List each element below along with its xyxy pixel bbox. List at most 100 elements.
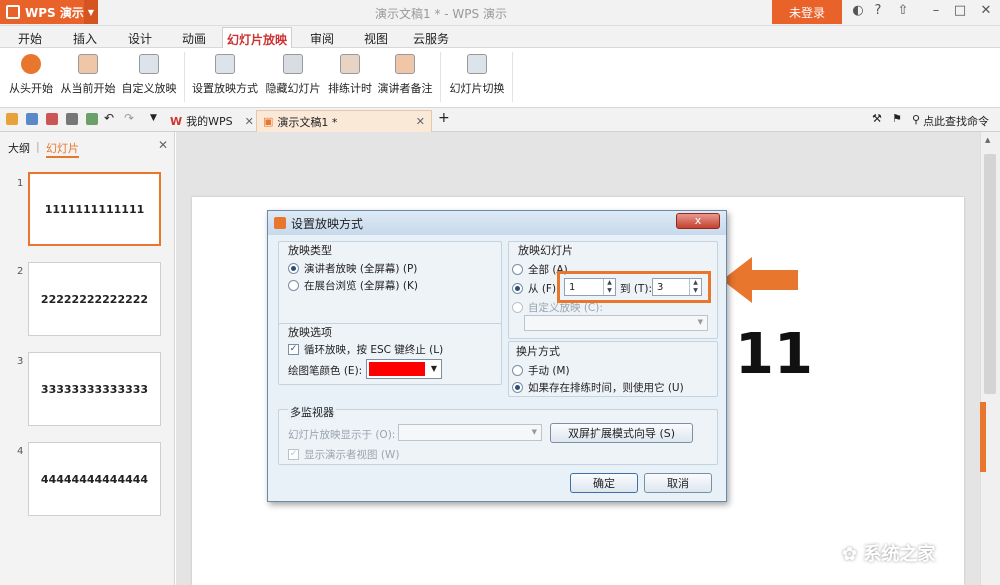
chevron-down-icon: ▼: [532, 428, 537, 436]
close-icon[interactable]: ✕: [158, 138, 168, 152]
dialog-title-bar: 设置放映方式: [268, 211, 726, 235]
menu-insert[interactable]: 插入: [73, 30, 97, 47]
upload-icon[interactable]: ⇧: [893, 3, 913, 21]
menu-design[interactable]: 设计: [128, 30, 152, 47]
rehearse-timing-button[interactable]: 排练计时: [326, 54, 374, 104]
radio-unselected[interactable]: [288, 280, 299, 291]
menu-home[interactable]: 开始: [18, 30, 42, 47]
save-icon[interactable]: [26, 113, 38, 125]
vertical-scrollbar[interactable]: ▲: [980, 132, 1000, 585]
radio-manual[interactable]: 手动 (M): [512, 363, 570, 378]
slide-number: 3: [17, 356, 23, 367]
cancel-button[interactable]: 取消: [644, 473, 712, 493]
radio-kiosk[interactable]: 在展台浏览 (全屏幕) (K): [288, 278, 418, 293]
export-pdf-icon[interactable]: [46, 113, 58, 125]
radio-selected[interactable]: [288, 263, 299, 274]
checkbox-disabled[interactable]: ✓: [288, 449, 299, 460]
dialog-title: 设置放映方式: [291, 215, 363, 232]
menu-view[interactable]: 视图: [364, 30, 388, 47]
tab-slides[interactable]: 幻灯片: [46, 140, 79, 158]
quick-access-bar: ↶ ↷ ▼ W 我的WPS ✕ ▣ 演示文稿1 * ✕ + ⚒ ⚑ ⚲ 点此查找…: [0, 108, 1000, 132]
flag-icon[interactable]: ⚑: [892, 112, 902, 125]
watermark-logo: ✿ 系统之家: [842, 540, 935, 566]
loop-checkbox[interactable]: ✓ 循环放映，按 ESC 键终止 (L): [288, 342, 443, 357]
close-icon[interactable]: ✕: [245, 115, 254, 128]
login-button[interactable]: 未登录: [772, 0, 842, 24]
setup-show-button[interactable]: 设置放映方式: [192, 54, 258, 104]
annotation-number: 11: [735, 322, 813, 387]
group-label: 换片方式: [516, 343, 560, 359]
radio-selected[interactable]: [512, 382, 523, 393]
checkbox-checked[interactable]: ✓: [288, 344, 299, 355]
close-icon[interactable]: ✕: [976, 3, 996, 21]
presenter-view-checkbox[interactable]: ✓ 显示演示者视图 (W): [288, 447, 399, 462]
maximize-icon[interactable]: □: [950, 3, 970, 21]
menu-bar: 开始 插入 设计 动画 审阅 视图 云服务: [0, 26, 1000, 48]
presentation-icon: ▣: [263, 115, 273, 128]
dialog-close-button[interactable]: x: [676, 213, 720, 229]
slide-thumbnail[interactable]: 1111111111111: [28, 172, 161, 246]
new-tab-icon[interactable]: +: [438, 110, 450, 126]
ok-button[interactable]: 确定: [570, 473, 638, 493]
ribbon-divider: [512, 52, 513, 102]
hide-slide-icon: [283, 54, 303, 74]
title-bar: WPS 演示 ▼ 演示文稿1 * - WPS 演示 未登录 ◐ ? ⇧ – □ …: [0, 0, 1000, 26]
help-icon[interactable]: ?: [868, 3, 888, 21]
radio-presenter[interactable]: 演讲者放映 (全屏幕) (P): [288, 261, 417, 276]
scroll-up-icon[interactable]: ▲: [985, 136, 990, 144]
print-icon[interactable]: [66, 113, 78, 125]
skin-icon[interactable]: ◐: [848, 3, 868, 21]
tab-outline[interactable]: 大纲: [8, 140, 30, 156]
from-start-button[interactable]: 从头开始: [8, 54, 54, 104]
chevron-down-icon[interactable]: ▼: [84, 0, 98, 24]
undo-icon[interactable]: ↶: [104, 111, 114, 125]
arrow-left-icon: [722, 257, 798, 303]
chevron-down-icon[interactable]: ▼: [150, 113, 157, 123]
slide-thumbnail[interactable]: 44444444444444: [28, 442, 161, 516]
wps-logo-icon: [6, 5, 20, 19]
dual-screen-wizard-button[interactable]: 双屏扩展模式向导 (S): [550, 423, 693, 443]
app-menu-button[interactable]: WPS 演示 ▼: [0, 0, 98, 24]
tab-my-wps[interactable]: W 我的WPS ✕: [164, 110, 256, 132]
side-handle[interactable]: [980, 402, 986, 472]
minimize-icon[interactable]: –: [926, 3, 946, 21]
menu-review[interactable]: 审阅: [310, 30, 334, 47]
radio-unselected[interactable]: [512, 365, 523, 376]
slide-transition-button[interactable]: 幻灯片切换: [448, 54, 506, 104]
chevron-down-icon: ▼: [698, 318, 703, 326]
ribbon-divider: [184, 52, 185, 102]
hide-slide-button[interactable]: 隐藏幻灯片: [264, 54, 322, 104]
preview-icon[interactable]: [86, 113, 98, 125]
radio-selected[interactable]: [512, 283, 523, 294]
menu-cloud[interactable]: 云服务: [413, 30, 449, 47]
custom-show-button[interactable]: 自定义放映: [120, 54, 178, 104]
play-icon: [21, 54, 41, 74]
setup-show-dialog: 设置放映方式 x 放映类型 演讲者放映 (全屏幕) (P) 在展台浏览 (全屏幕…: [267, 210, 727, 502]
radio-disabled[interactable]: [512, 302, 523, 313]
speaker-notes-button[interactable]: 演讲者备注: [376, 54, 434, 104]
slide-thumbnail[interactable]: 22222222222222: [28, 262, 161, 336]
pen-color-picker[interactable]: ▼: [366, 359, 442, 379]
slide-thumbnail[interactable]: 33333333333333: [28, 352, 161, 426]
menu-slideshow[interactable]: 幻灯片放映: [222, 27, 292, 49]
custom-show-icon: [139, 54, 159, 74]
scroll-thumb[interactable]: [984, 154, 996, 394]
group-label: 多监视器: [288, 404, 336, 420]
group-label: 放映选项: [288, 324, 332, 340]
ribbon-divider: [440, 52, 441, 102]
radio-from-slide[interactable]: 从 (F): [512, 281, 556, 296]
tab-document[interactable]: ▣ 演示文稿1 * ✕: [256, 110, 432, 132]
open-icon[interactable]: [6, 113, 18, 125]
radio-unselected[interactable]: [512, 264, 523, 275]
document-title: 演示文稿1 * - WPS 演示: [375, 5, 507, 22]
redo-icon[interactable]: ↷: [124, 111, 134, 125]
from-current-button[interactable]: 从当前开始: [58, 54, 118, 104]
radio-use-timing[interactable]: 如果存在排练时间，则使用它 (U): [512, 380, 684, 395]
app-name: WPS 演示: [25, 4, 84, 21]
custom-show-select[interactable]: ▼: [524, 315, 708, 331]
command-search[interactable]: ⚲ 点此查找命令: [912, 113, 989, 129]
menu-animation[interactable]: 动画: [182, 30, 206, 47]
monitor-select[interactable]: ▼: [398, 424, 542, 441]
tool-icon[interactable]: ⚒: [872, 112, 882, 125]
close-icon[interactable]: ✕: [416, 115, 425, 128]
